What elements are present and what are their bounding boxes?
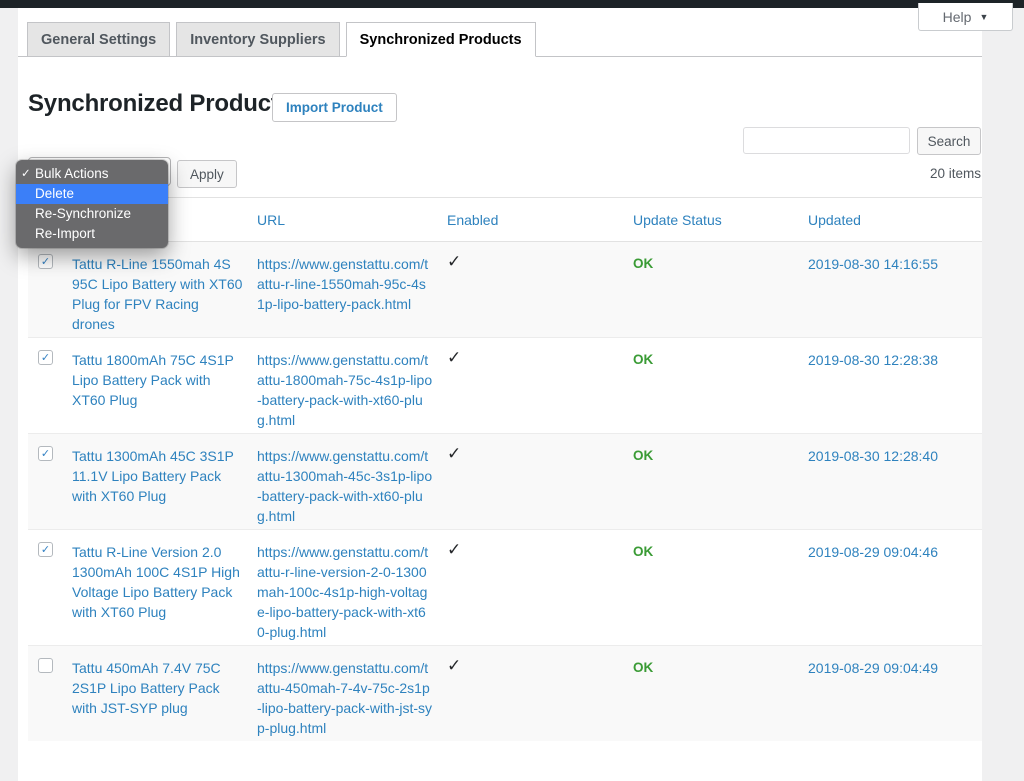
product-url-cell: https://www.genstattu.com/tattu-r-line-1… [257,242,447,334]
product-name-link[interactable]: Tattu 1800mAh 75C 4S1P Lipo Battery Pack… [72,352,234,408]
enabled-cell: ✓ [447,646,633,738]
apply-button[interactable]: Apply [177,160,237,188]
update-status-value: OK [633,256,654,271]
tab-label: Synchronized Products [359,31,522,48]
products-table: URL Enabled Update Status Updated ✓ Tatt… [28,197,982,741]
row-checkbox-cell: ✓ [28,530,72,642]
product-name-link[interactable]: Tattu 450mAh 7.4V 75C 2S1P Lipo Battery … [72,660,221,716]
table-row: Tattu 450mAh 7.4V 75C 2S1P Lipo Battery … [28,645,982,741]
search-input[interactable] [743,127,910,154]
updated-cell: 2019-08-30 14:16:55 [808,242,982,334]
product-name-cell: Tattu 1300mAh 45C 3S1P 11.1V Lipo Batter… [72,434,257,526]
update-status-value: OK [633,660,654,675]
updated-value: 2019-08-30 12:28:40 [808,448,938,464]
table-header-row: URL Enabled Update Status Updated [28,197,982,242]
update-status-cell: OK [633,434,808,526]
product-url-link[interactable]: https://www.genstattu.com/tattu-r-line-v… [257,544,428,640]
updated-cell: 2019-08-30 12:28:40 [808,434,982,526]
row-checkbox-cell: ✓ [28,338,72,430]
product-url-cell: https://www.genstattu.com/tattu-1300mah-… [257,434,447,526]
search-button[interactable]: Search [917,127,981,155]
header-updated[interactable]: Updated [808,212,982,228]
tab-label: General Settings [41,31,157,48]
product-url-link[interactable]: https://www.genstattu.com/tattu-1300mah-… [257,448,432,524]
header-update-status[interactable]: Update Status [633,212,808,228]
enabled-check-icon: ✓ [447,348,462,367]
table-row: ✓ Tattu R-Line Version 2.0 1300mAh 100C … [28,529,982,645]
items-count: 20 items [929,166,981,181]
update-status-cell: OK [633,338,808,430]
updated-cell: 2019-08-29 09:04:49 [808,646,982,738]
bulk-actions-menu-item[interactable]: ✓ Bulk Actions [16,164,168,184]
product-url-link[interactable]: https://www.genstattu.com/tattu-450mah-7… [257,660,432,736]
admin-bar [0,0,1024,8]
menu-item-label: Re-Synchronize [35,206,132,221]
updated-value: 2019-08-29 09:04:46 [808,544,938,560]
row-checkbox[interactable]: ✓ [38,254,53,269]
update-status-cell: OK [633,242,808,334]
bulk-actions-menu-item[interactable]: Re-Import [16,224,168,244]
page-title: Synchronized Products [28,90,292,117]
product-name-cell: Tattu R-Line Version 2.0 1300mAh 100C 4S… [72,530,257,642]
help-label: Help [942,8,972,25]
enabled-cell: ✓ [447,530,633,642]
update-status-value: OK [633,544,654,559]
update-status-cell: OK [633,646,808,738]
enabled-cell: ✓ [447,242,633,334]
enabled-cell: ✓ [447,338,633,430]
tab-label: Inventory Suppliers [190,31,326,48]
menu-item-label: Bulk Actions [35,166,109,181]
help-button[interactable]: Help ▼ [918,3,1013,31]
product-name-link[interactable]: Tattu R-Line Version 2.0 1300mAh 100C 4S… [72,544,240,620]
enabled-check-icon: ✓ [447,252,462,271]
product-url-link[interactable]: https://www.genstattu.com/tattu-r-line-1… [257,256,428,312]
updated-value: 2019-08-29 09:04:49 [808,660,938,676]
row-checkbox[interactable]: ✓ [38,446,53,461]
product-name-link[interactable]: Tattu 1300mAh 45C 3S1P 11.1V Lipo Batter… [72,448,234,504]
table-row: ✓ Tattu R-Line 1550mah 4S 95C Lipo Batte… [28,242,982,337]
menu-item-label: Delete [35,186,75,201]
bulk-actions-menu: ✓ Bulk Actions Delete Re-Synchronize Re-… [16,160,168,248]
enabled-check-icon: ✓ [447,444,462,463]
table-row: ✓ Tattu 1800mAh 75C 4S1P Lipo Battery Pa… [28,337,982,433]
update-status-value: OK [633,352,654,367]
table-row: ✓ Tattu 1300mAh 45C 3S1P 11.1V Lipo Batt… [28,433,982,529]
row-checkbox-cell: ✓ [28,434,72,526]
product-name-link[interactable]: Tattu R-Line 1550mah 4S 95C Lipo Battery… [72,256,242,332]
product-url-link[interactable]: https://www.genstattu.com/tattu-1800mah-… [257,352,432,428]
import-product-button[interactable]: Import Product [272,93,397,122]
row-checkbox[interactable]: ✓ [38,350,53,365]
enabled-check-icon: ✓ [447,656,462,675]
tab-bar: General Settings Inventory Suppliers Syn… [27,22,536,57]
menu-item-label: Re-Import [35,226,96,241]
updated-value: 2019-08-30 14:16:55 [808,256,938,272]
updated-cell: 2019-08-29 09:04:46 [808,530,982,642]
product-url-cell: https://www.genstattu.com/tattu-1800mah-… [257,338,447,430]
row-checkbox-cell [28,646,72,738]
enabled-check-icon: ✓ [447,540,462,559]
enabled-cell: ✓ [447,434,633,526]
product-name-cell: Tattu 450mAh 7.4V 75C 2S1P Lipo Battery … [72,646,257,738]
bulk-actions-menu-item[interactable]: Re-Synchronize [16,204,168,224]
updated-value: 2019-08-30 12:28:38 [808,352,938,368]
chevron-down-icon: ▼ [979,11,989,22]
product-url-cell: https://www.genstattu.com/tattu-450mah-7… [257,646,447,738]
selected-check-icon: ✓ [21,168,31,180]
header-url[interactable]: URL [257,212,447,228]
tab-inventory-suppliers[interactable]: Inventory Suppliers [176,22,340,57]
tab-general-settings[interactable]: General Settings [27,22,171,57]
tab-synchronized-products[interactable]: Synchronized Products [345,22,536,57]
row-checkbox[interactable] [38,658,53,673]
update-status-value: OK [633,448,654,463]
header-enabled[interactable]: Enabled [447,212,633,228]
row-checkbox[interactable]: ✓ [38,542,53,557]
product-name-cell: Tattu 1800mAh 75C 4S1P Lipo Battery Pack… [72,338,257,430]
update-status-cell: OK [633,530,808,642]
row-checkbox-cell: ✓ [28,242,72,334]
product-name-cell: Tattu R-Line 1550mah 4S 95C Lipo Battery… [72,242,257,334]
product-url-cell: https://www.genstattu.com/tattu-r-line-v… [257,530,447,642]
bulk-actions-menu-item[interactable]: Delete [16,184,168,204]
updated-cell: 2019-08-30 12:28:38 [808,338,982,430]
